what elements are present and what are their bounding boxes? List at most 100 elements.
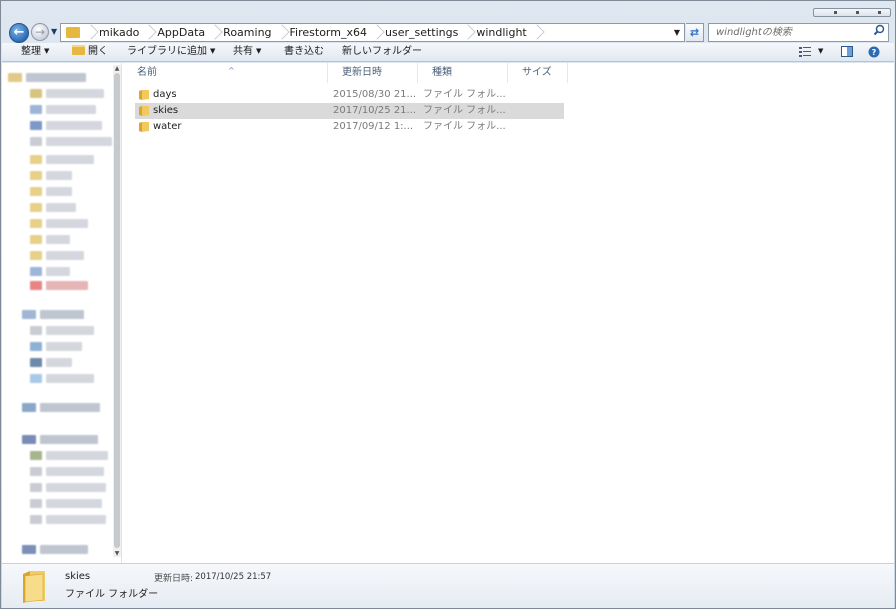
file-list[interactable]: 名前 ^ 更新日時 種類 サイズ days 2015/08/30 21... ファイ… [123, 63, 894, 563]
column-size-label: サイズ [522, 67, 552, 78]
navigation-scrollbar[interactable]: ▲ ▼ [113, 65, 121, 557]
nav-item[interactable] [46, 251, 84, 260]
column-header-name[interactable]: 名前 ^ [123, 63, 328, 83]
nav-item-icon [30, 121, 42, 130]
new-folder-button[interactable]: 新しいフォルダー [342, 43, 422, 61]
file-type: ファイル フォル... [423, 121, 506, 132]
refresh-icon: ⇄ [689, 26, 700, 39]
refresh-button[interactable]: ⇄ [686, 23, 704, 42]
organize-label: 整理 [21, 46, 41, 57]
folder-icon [139, 90, 149, 100]
view-dropdown[interactable]: ▼ [818, 43, 823, 61]
file-modified: 2015/08/30 21... [333, 89, 417, 100]
nav-item[interactable] [46, 342, 82, 351]
breadcrumb-separator[interactable] [207, 24, 221, 41]
nav-item[interactable] [46, 235, 70, 244]
nav-item[interactable] [46, 203, 76, 212]
forward-button[interactable]: → [31, 23, 49, 41]
nav-item[interactable] [46, 267, 70, 276]
nav-item[interactable] [40, 403, 100, 412]
address-folder-icon [66, 27, 80, 38]
nav-item[interactable] [46, 499, 102, 508]
add-to-library-button[interactable]: ライブラリに追加 ▼ [127, 43, 215, 61]
nav-item-icon [30, 203, 42, 212]
search-box[interactable] [708, 23, 889, 42]
scroll-up-icon[interactable]: ▲ [113, 65, 121, 72]
nav-item[interactable] [46, 374, 94, 383]
nav-item-icon [30, 281, 42, 290]
file-name: water [153, 121, 182, 132]
address-history-dropdown[interactable]: ▼ [670, 24, 684, 41]
nav-item[interactable] [46, 171, 72, 180]
breadcrumb-separator[interactable] [83, 24, 97, 41]
address-bar[interactable]: mikado AppData Roaming Firestorm_x64 use… [60, 23, 685, 42]
nav-item[interactable] [40, 435, 98, 444]
nav-item[interactable] [46, 358, 72, 367]
file-name: skies [153, 105, 179, 116]
burn-button[interactable]: 書き込む [284, 43, 324, 61]
open-icon [72, 45, 85, 55]
nav-item[interactable] [46, 326, 94, 335]
organize-button[interactable]: 整理 ▼ [21, 43, 49, 61]
address-empty-area[interactable] [543, 24, 670, 41]
breadcrumb-firestorm[interactable]: Firestorm_x64 [288, 24, 369, 41]
scrollbar-thumb[interactable] [114, 73, 120, 548]
navigation-pane[interactable]: ▲ ▼ [2, 63, 122, 563]
breadcrumb-separator[interactable] [529, 24, 543, 41]
help-icon[interactable]: ? [868, 46, 880, 58]
nav-item[interactable] [46, 467, 104, 476]
nav-item[interactable] [46, 281, 88, 290]
column-name-label: 名前 [137, 67, 157, 78]
nav-item-icon [30, 483, 42, 492]
breadcrumb-separator[interactable] [460, 24, 474, 41]
column-header-type[interactable]: 種類 [418, 63, 508, 83]
column-header-size[interactable]: サイズ [508, 63, 568, 83]
recent-pages-dropdown[interactable]: ▼ [51, 27, 57, 36]
breadcrumb-appdata[interactable]: AppData [155, 24, 207, 41]
view-options-icon[interactable] [799, 46, 811, 57]
nav-item[interactable] [46, 451, 108, 460]
nav-item[interactable] [46, 483, 106, 492]
search-input[interactable] [709, 24, 870, 41]
back-button[interactable]: ← [9, 23, 29, 43]
nav-item-icon [30, 235, 42, 244]
window-caption-buttons[interactable] [813, 8, 891, 17]
scroll-down-icon[interactable]: ▼ [113, 550, 121, 557]
nav-item[interactable] [40, 545, 88, 554]
file-row[interactable]: skies 2017/10/25 21... ファイル フォル... [135, 103, 564, 119]
new-folder-label: 新しいフォルダー [342, 46, 422, 57]
nav-network-icon [22, 545, 36, 554]
open-button[interactable]: 開く [72, 43, 108, 61]
nav-item[interactable] [46, 121, 102, 130]
nav-item[interactable] [26, 73, 86, 82]
preview-pane-icon[interactable] [841, 46, 853, 57]
nav-item-icon [30, 137, 42, 146]
nav-item[interactable] [46, 89, 104, 98]
search-icon[interactable] [870, 24, 888, 41]
back-arrow-icon: ← [13, 25, 25, 40]
nav-item[interactable] [46, 219, 88, 228]
file-row[interactable]: days 2015/08/30 21... ファイル フォル... [135, 87, 564, 103]
nav-computer-icon [22, 435, 36, 444]
nav-item[interactable] [46, 187, 72, 196]
nav-item[interactable] [46, 515, 106, 524]
nav-item-icon [30, 89, 42, 98]
breadcrumb-separator[interactable] [141, 24, 155, 41]
breadcrumb-windlight[interactable]: windlight [474, 24, 528, 41]
folder-icon [139, 106, 149, 116]
nav-item-icon [30, 155, 42, 164]
file-type: ファイル フォル... [423, 105, 506, 116]
breadcrumb-roaming[interactable]: Roaming [221, 24, 273, 41]
breadcrumb-user-settings[interactable]: user_settings [383, 24, 460, 41]
nav-item[interactable] [46, 137, 112, 146]
nav-item[interactable] [40, 310, 84, 319]
breadcrumb-mikado[interactable]: mikado [97, 24, 141, 41]
nav-item[interactable] [46, 155, 94, 164]
nav-item-icon [30, 499, 42, 508]
share-button[interactable]: 共有 ▼ [233, 43, 261, 61]
breadcrumb-separator[interactable] [274, 24, 288, 41]
column-header-modified[interactable]: 更新日時 [328, 63, 418, 83]
breadcrumb-separator[interactable] [369, 24, 383, 41]
file-row[interactable]: water 2017/09/12 1:... ファイル フォル... [135, 119, 564, 135]
nav-item[interactable] [46, 105, 96, 114]
